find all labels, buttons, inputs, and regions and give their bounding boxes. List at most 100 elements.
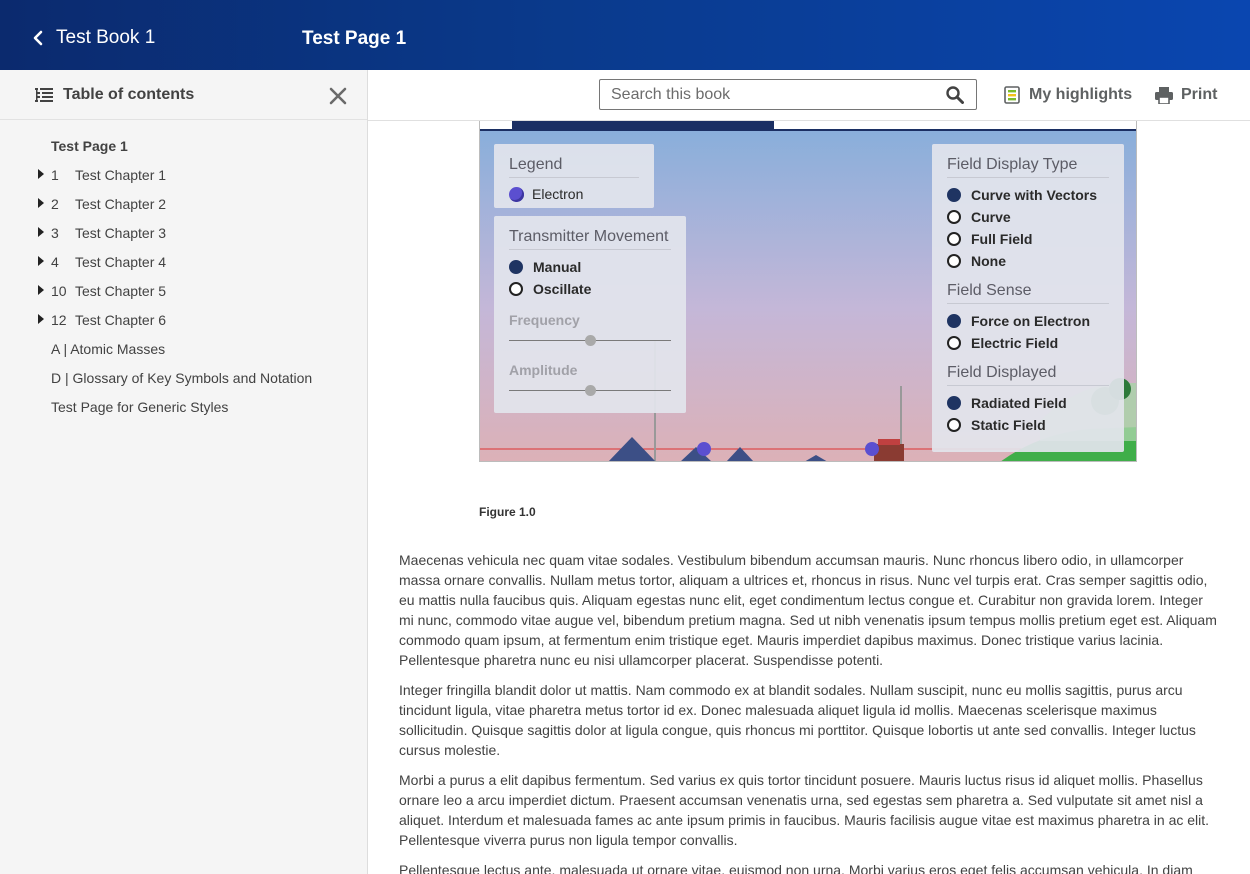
field-display-type-title: Field Display Type <box>947 156 1109 178</box>
highlights-label: My highlights <box>1029 86 1133 103</box>
toc-item-current[interactable]: Test Page 1 <box>0 136 367 165</box>
search-input[interactable] <box>611 83 931 106</box>
chapter-title: Test Chapter 5 <box>75 283 167 299</box>
chapter-number: 3 <box>51 225 59 241</box>
search-box <box>599 79 977 110</box>
list-icon <box>35 88 53 102</box>
frequency-slider[interactable] <box>509 332 671 350</box>
option-label: Force on Electron <box>971 313 1091 329</box>
option-label: Full Field <box>971 231 1033 247</box>
toc-item-appendix[interactable]: D | Glossary of Key Symbols and Notation <box>0 368 367 397</box>
body-paragraph: Pellentesque lectus ante, malesuada ut o… <box>399 862 1193 874</box>
simulation-figure[interactable]: Legend Electron Transmitter Movement Man… <box>479 121 1137 462</box>
field-sense-title: Field Sense <box>947 282 1109 304</box>
radio-electric-field[interactable]: Electric Field <box>947 332 1109 354</box>
toc-item-chapter[interactable]: 10 Test Chapter 5 <box>0 281 367 310</box>
top-bar: Test Book 1 Test Page 1 <box>0 0 1250 70</box>
body-paragraph: Morbi a purus a elit dapibus fermentum. … <box>399 772 1210 848</box>
toc-item-chapter[interactable]: 2 Test Chapter 2 <box>0 194 367 223</box>
toc-title: Table of contents <box>63 86 195 103</box>
body-paragraph: Integer fringilla blandit dolor ut matti… <box>399 682 1196 758</box>
chapter-number: 1 <box>51 167 59 183</box>
toc-item-appendix[interactable]: A | Atomic Masses <box>0 339 367 368</box>
option-label: Curve with Vectors <box>971 187 1098 203</box>
chapter-title: Test Chapter 4 <box>75 254 167 270</box>
transmitter-title: Transmitter Movement <box>509 228 671 250</box>
toc-item-label: Test Page for Generic Styles <box>51 399 229 415</box>
toc-item-label: D | Glossary of Key Symbols and Notation <box>51 370 313 386</box>
search-icon[interactable] <box>946 86 964 104</box>
toc-item-chapter[interactable]: 12 Test Chapter 6 <box>0 310 367 339</box>
chapter-number: 4 <box>51 254 59 270</box>
radio-button[interactable] <box>947 254 961 268</box>
option-label: None <box>971 253 1006 269</box>
radio-none[interactable]: None <box>947 250 1109 272</box>
radio-button[interactable] <box>947 188 961 202</box>
radio-static-field[interactable]: Static Field <box>947 414 1109 436</box>
figure-caption: Figure 1.0 <box>479 505 536 519</box>
legend-panel: Legend Electron <box>494 144 654 208</box>
radio-button[interactable] <box>947 418 961 432</box>
field-options-panel: Field Display Type Curve with Vectors Cu… <box>932 144 1124 452</box>
option-label: Manual <box>533 259 582 275</box>
chapter-title: Test Chapter 3 <box>75 225 167 241</box>
amplitude-label: Amplitude <box>509 362 578 378</box>
radio-button[interactable] <box>947 396 961 410</box>
expand-triangle-icon[interactable] <box>38 314 44 324</box>
option-label: Static Field <box>971 417 1046 433</box>
book-title: Test Book 1 <box>56 27 156 48</box>
toc-item-chapter[interactable]: 3 Test Chapter 3 <box>0 223 367 252</box>
page-title: Test Page 1 <box>302 28 407 49</box>
expand-triangle-icon[interactable] <box>38 198 44 208</box>
expand-triangle-icon[interactable] <box>38 169 44 179</box>
option-label: Radiated Field <box>971 395 1067 411</box>
radio-curve-with-vectors[interactable]: Curve with Vectors <box>947 184 1109 206</box>
toc-header: Table of contents <box>35 86 194 104</box>
chapter-title: Test Chapter 1 <box>75 167 167 183</box>
my-highlights-button[interactable]: My highlights <box>1003 86 1132 104</box>
back-to-book-link[interactable]: Test Book 1 <box>30 27 155 49</box>
expand-triangle-icon[interactable] <box>38 227 44 237</box>
page-content: Legend Electron Transmitter Movement Man… <box>368 121 1250 874</box>
option-label: Oscillate <box>533 281 592 297</box>
printer-icon <box>1155 86 1173 104</box>
print-button[interactable]: Print <box>1155 86 1217 104</box>
close-icon[interactable] <box>328 86 348 106</box>
field-displayed-title: Field Displayed <box>947 364 1109 386</box>
radio-manual[interactable]: Manual <box>509 256 671 278</box>
option-label: Curve <box>971 209 1011 225</box>
radio-full-field[interactable]: Full Field <box>947 228 1109 250</box>
toc-item-chapter[interactable]: 4 Test Chapter 4 <box>0 252 367 281</box>
toc-item-label: Test Page 1 <box>51 138 128 154</box>
print-label: Print <box>1181 86 1218 103</box>
body-paragraph: Maecenas vehicula nec quam vitae sodales… <box>399 552 1217 668</box>
radio-button[interactable] <box>947 210 961 224</box>
radio-button[interactable] <box>509 282 523 296</box>
amplitude-slider-knob[interactable] <box>585 385 596 396</box>
expand-triangle-icon[interactable] <box>38 285 44 295</box>
radio-radiated-field[interactable]: Radiated Field <box>947 392 1109 414</box>
option-label: Electric Field <box>971 335 1059 351</box>
chapter-title: Test Chapter 6 <box>75 312 167 328</box>
radio-oscillate[interactable]: Oscillate <box>509 278 671 300</box>
legend-title: Legend <box>509 156 639 178</box>
radio-force-on-electron[interactable]: Force on Electron <box>947 310 1109 332</box>
toc-list: Test Page 1 1 Test Chapter 1 2 Test Chapte… <box>0 136 367 426</box>
toc-item-page[interactable]: Test Page for Generic Styles <box>0 397 367 426</box>
transmitter-panel: Transmitter Movement Manual Oscillate Fr… <box>494 216 686 413</box>
frequency-slider-knob[interactable] <box>585 335 596 346</box>
divider <box>0 119 367 120</box>
electron-icon <box>509 186 524 202</box>
expand-triangle-icon[interactable] <box>38 256 44 266</box>
radio-button[interactable] <box>947 232 961 246</box>
radio-curve[interactable]: Curve <box>947 206 1109 228</box>
radio-button[interactable] <box>509 260 523 274</box>
chapter-number: 10 <box>51 283 67 299</box>
chapter-number: 12 <box>51 312 67 328</box>
legend-electron-label: Electron <box>532 186 584 202</box>
radio-button[interactable] <box>947 314 961 328</box>
amplitude-slider[interactable] <box>509 382 671 400</box>
toolbar: My highlights Print <box>368 70 1250 121</box>
toc-item-chapter[interactable]: 1 Test Chapter 1 <box>0 165 367 194</box>
radio-button[interactable] <box>947 336 961 350</box>
